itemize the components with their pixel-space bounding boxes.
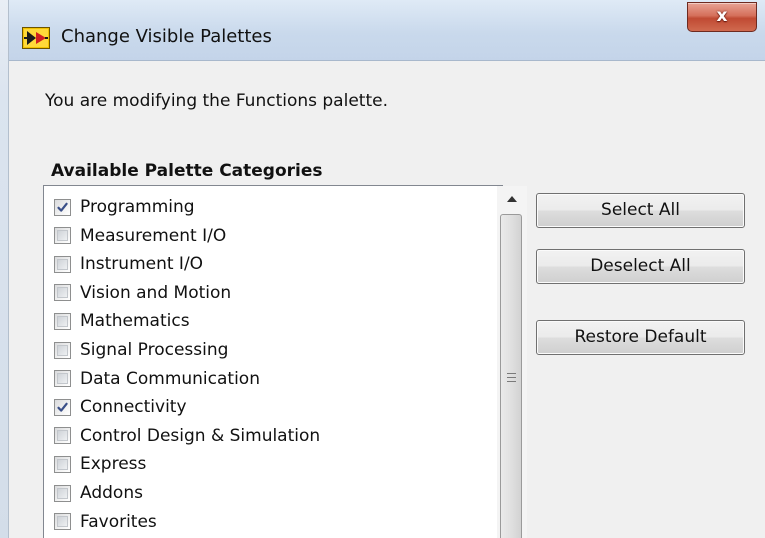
palette-category-label: Instrument I/O	[80, 254, 204, 275]
palette-category-label: Data Communication	[80, 368, 260, 389]
palette-category-label: Favorites	[80, 511, 157, 532]
change-visible-palettes-dialog: Change Visible Palettes x You are modify…	[9, 0, 765, 538]
scroll-grip-icon	[507, 373, 516, 383]
intro-text: You are modifying the Functions palette.	[45, 91, 388, 111]
palette-category-checkbox[interactable]	[54, 227, 71, 245]
scroll-up-arrow-icon[interactable]	[497, 186, 527, 212]
palette-category-item[interactable]: Addons	[54, 479, 143, 507]
palette-category-item[interactable]: Favorites	[54, 508, 157, 536]
section-heading: Available Palette Categories	[51, 161, 323, 181]
vertical-scrollbar[interactable]	[497, 186, 527, 538]
palette-category-checkbox[interactable]	[54, 198, 71, 216]
palette-category-item[interactable]: Data Communication	[54, 365, 260, 393]
screen: Change Visible Palettes x You are modify…	[0, 0, 765, 538]
palette-categories-list[interactable]: Programming Measurement I/O Instrument I/O…	[43, 185, 527, 538]
palette-category-checkbox[interactable]	[54, 341, 71, 359]
palette-category-checkbox[interactable]	[54, 255, 71, 273]
palette-category-item[interactable]: Mathematics	[54, 307, 190, 335]
palette-category-item[interactable]: Connectivity	[54, 393, 187, 421]
palette-category-label: Signal Processing	[80, 340, 229, 360]
palette-category-label: Programming	[80, 197, 195, 217]
palette-category-item[interactable]: Control Design & Simulation	[54, 422, 320, 450]
palette-category-label: Control Design & Simulation	[80, 425, 321, 446]
deselect-all-button[interactable]: Deselect All	[536, 249, 745, 284]
palette-category-item[interactable]: Express	[54, 450, 146, 478]
scroll-thumb[interactable]	[500, 214, 522, 538]
palette-category-checkbox[interactable]	[54, 398, 71, 416]
labview-app-icon	[22, 27, 50, 49]
restore-default-button[interactable]: Restore Default	[536, 320, 745, 355]
palette-category-item[interactable]: Measurement I/O	[54, 222, 226, 250]
palette-category-item[interactable]: Vision and Motion	[54, 279, 231, 307]
palette-category-label: Measurement I/O	[80, 225, 227, 246]
title-bar[interactable]: Change Visible Palettes x	[9, 0, 765, 61]
palette-category-label: Express	[80, 454, 147, 475]
palette-category-checkbox[interactable]	[54, 312, 71, 330]
palette-category-label: Mathematics	[80, 311, 190, 332]
palette-category-item[interactable]: Instrument I/O	[54, 250, 203, 278]
palette-category-label: Connectivity	[80, 397, 187, 418]
palette-category-checkbox[interactable]	[54, 484, 71, 502]
palette-category-label: Vision and Motion	[80, 282, 232, 303]
palette-category-item[interactable]: Signal Processing	[54, 336, 228, 364]
close-button[interactable]: x	[687, 2, 757, 32]
palette-category-item[interactable]: Programming	[54, 193, 195, 221]
palette-category-checkbox[interactable]	[54, 455, 71, 473]
palette-category-checkbox[interactable]	[54, 427, 71, 445]
palette-category-label: Addons	[80, 483, 143, 503]
palette-category-checkbox[interactable]	[54, 513, 71, 531]
palette-category-checkbox[interactable]	[54, 370, 71, 388]
palette-category-checkbox[interactable]	[54, 284, 71, 302]
close-icon: x	[716, 6, 728, 26]
select-all-button[interactable]: Select All	[536, 193, 745, 228]
window-title: Change Visible Palettes	[61, 26, 272, 47]
